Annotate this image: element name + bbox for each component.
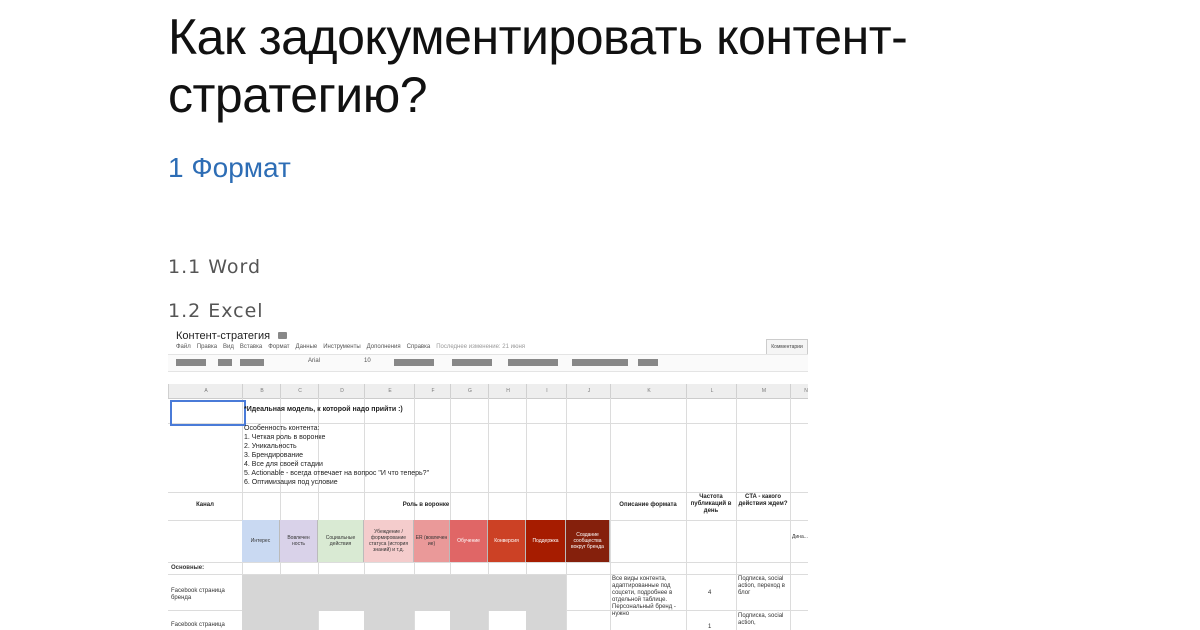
font-select: Arial	[308, 358, 321, 364]
selected-cell	[170, 400, 246, 426]
role-engagement: Вовлечен ность	[280, 520, 318, 562]
role-interest: Интерес	[242, 520, 280, 562]
features-list: Особенность контента: 1. Четкая роль в в…	[244, 424, 429, 487]
header-frequency: Частота публикаций в день	[690, 494, 732, 514]
feature-item: 4. Все для своей стадии	[244, 461, 323, 468]
features-title: Особенность контента:	[244, 425, 320, 432]
menu-item: Инструменты	[323, 344, 361, 350]
spreadsheet-toolbar: Arial 10	[168, 354, 808, 372]
last-edit: Последнее изменение: 21 июня	[436, 344, 526, 350]
header-n-partial: Дина...	[792, 534, 808, 540]
menu-item: Формат	[268, 344, 290, 350]
row-label: Facebook страница	[171, 622, 225, 628]
spreadsheet-menubar: Файл Правка Вид Вставка Формат Данные Инструме…	[176, 344, 531, 350]
page-title: Как задокументировать контент-стратегию?	[168, 9, 908, 123]
role-conversion: Конверсия	[488, 520, 526, 562]
cta-text: Подписка, social action, переход в блог	[738, 576, 785, 596]
column-header: C	[280, 384, 319, 398]
feature-item: 2. Уникальность	[244, 443, 297, 450]
subsection-excel[interactable]: 1.2 Excel	[168, 300, 264, 322]
menu-item: Данные	[295, 344, 318, 350]
role-er: ER (вовлечен ие)	[414, 520, 450, 562]
group-label: Основные:	[171, 565, 205, 571]
feature-item: 5. Actionable - всегда отвечает на вопро…	[244, 470, 430, 477]
feature-item: 1. Четкая роль в воронке	[244, 434, 326, 441]
menu-item: Вставка	[239, 344, 263, 350]
column-header: A	[168, 384, 243, 398]
column-header: M	[736, 384, 791, 398]
role-community: Создание сообщества вокруг бренда	[566, 520, 610, 562]
frequency-value: 1	[708, 624, 712, 630]
column-header: D	[318, 384, 365, 398]
folder-icon	[278, 332, 287, 339]
role-social-actions: Социальные действия	[318, 520, 364, 562]
format-description: Все виды контента, адаптированные под со…	[612, 576, 676, 617]
role-support: Поддержка	[526, 520, 566, 562]
menu-item: Дополнения	[366, 344, 401, 350]
column-header: K	[610, 384, 687, 398]
column-header: F	[414, 384, 451, 398]
row-label: Facebook страница бренда	[171, 588, 225, 601]
feature-item: 6. Оптимизация под условие	[244, 479, 338, 486]
column-header: L	[686, 384, 737, 398]
header-format: Описание формата	[619, 502, 677, 508]
menu-item: Файл	[176, 344, 191, 350]
column-header: E	[364, 384, 415, 398]
column-header: J	[566, 384, 611, 398]
column-header: G	[450, 384, 489, 398]
cta-text: Подписка, social action,	[738, 613, 784, 626]
header-funnel-role: Роль в воронке	[402, 502, 450, 508]
spreadsheet-title: Контент-стратегия	[176, 330, 271, 342]
column-headers: A B C D E F G H I J K L M N	[168, 384, 808, 399]
frequency-value: 4	[708, 590, 712, 596]
subsection-word[interactable]: 1.1 Word	[168, 256, 261, 278]
role-education: Обучение	[450, 520, 488, 562]
column-header: H	[488, 384, 527, 398]
size-select: 10	[364, 358, 371, 364]
section-heading[interactable]: 1 Формат	[168, 152, 291, 184]
header-channel: Канал	[196, 502, 214, 508]
feature-item: 3. Брендирование	[244, 452, 304, 459]
spreadsheet-screenshot: Контент-стратегия Комментарии Файл Правка…	[168, 326, 808, 630]
menu-item: Вид	[223, 344, 234, 350]
header-cta: CTA - какого действия ждем?	[738, 494, 788, 507]
role-persuasion: Убеждение / формирование статуса (истори…	[364, 520, 414, 562]
menu-item: Справка	[406, 344, 431, 350]
column-header: B	[242, 384, 281, 398]
column-header: N	[790, 384, 808, 398]
menu-item: Правка	[196, 344, 218, 350]
ideal-model-note: *Идеальная модель, к которой надо прийти…	[244, 406, 403, 413]
comments-button: Комментарии	[766, 339, 808, 355]
column-header: I	[526, 384, 567, 398]
